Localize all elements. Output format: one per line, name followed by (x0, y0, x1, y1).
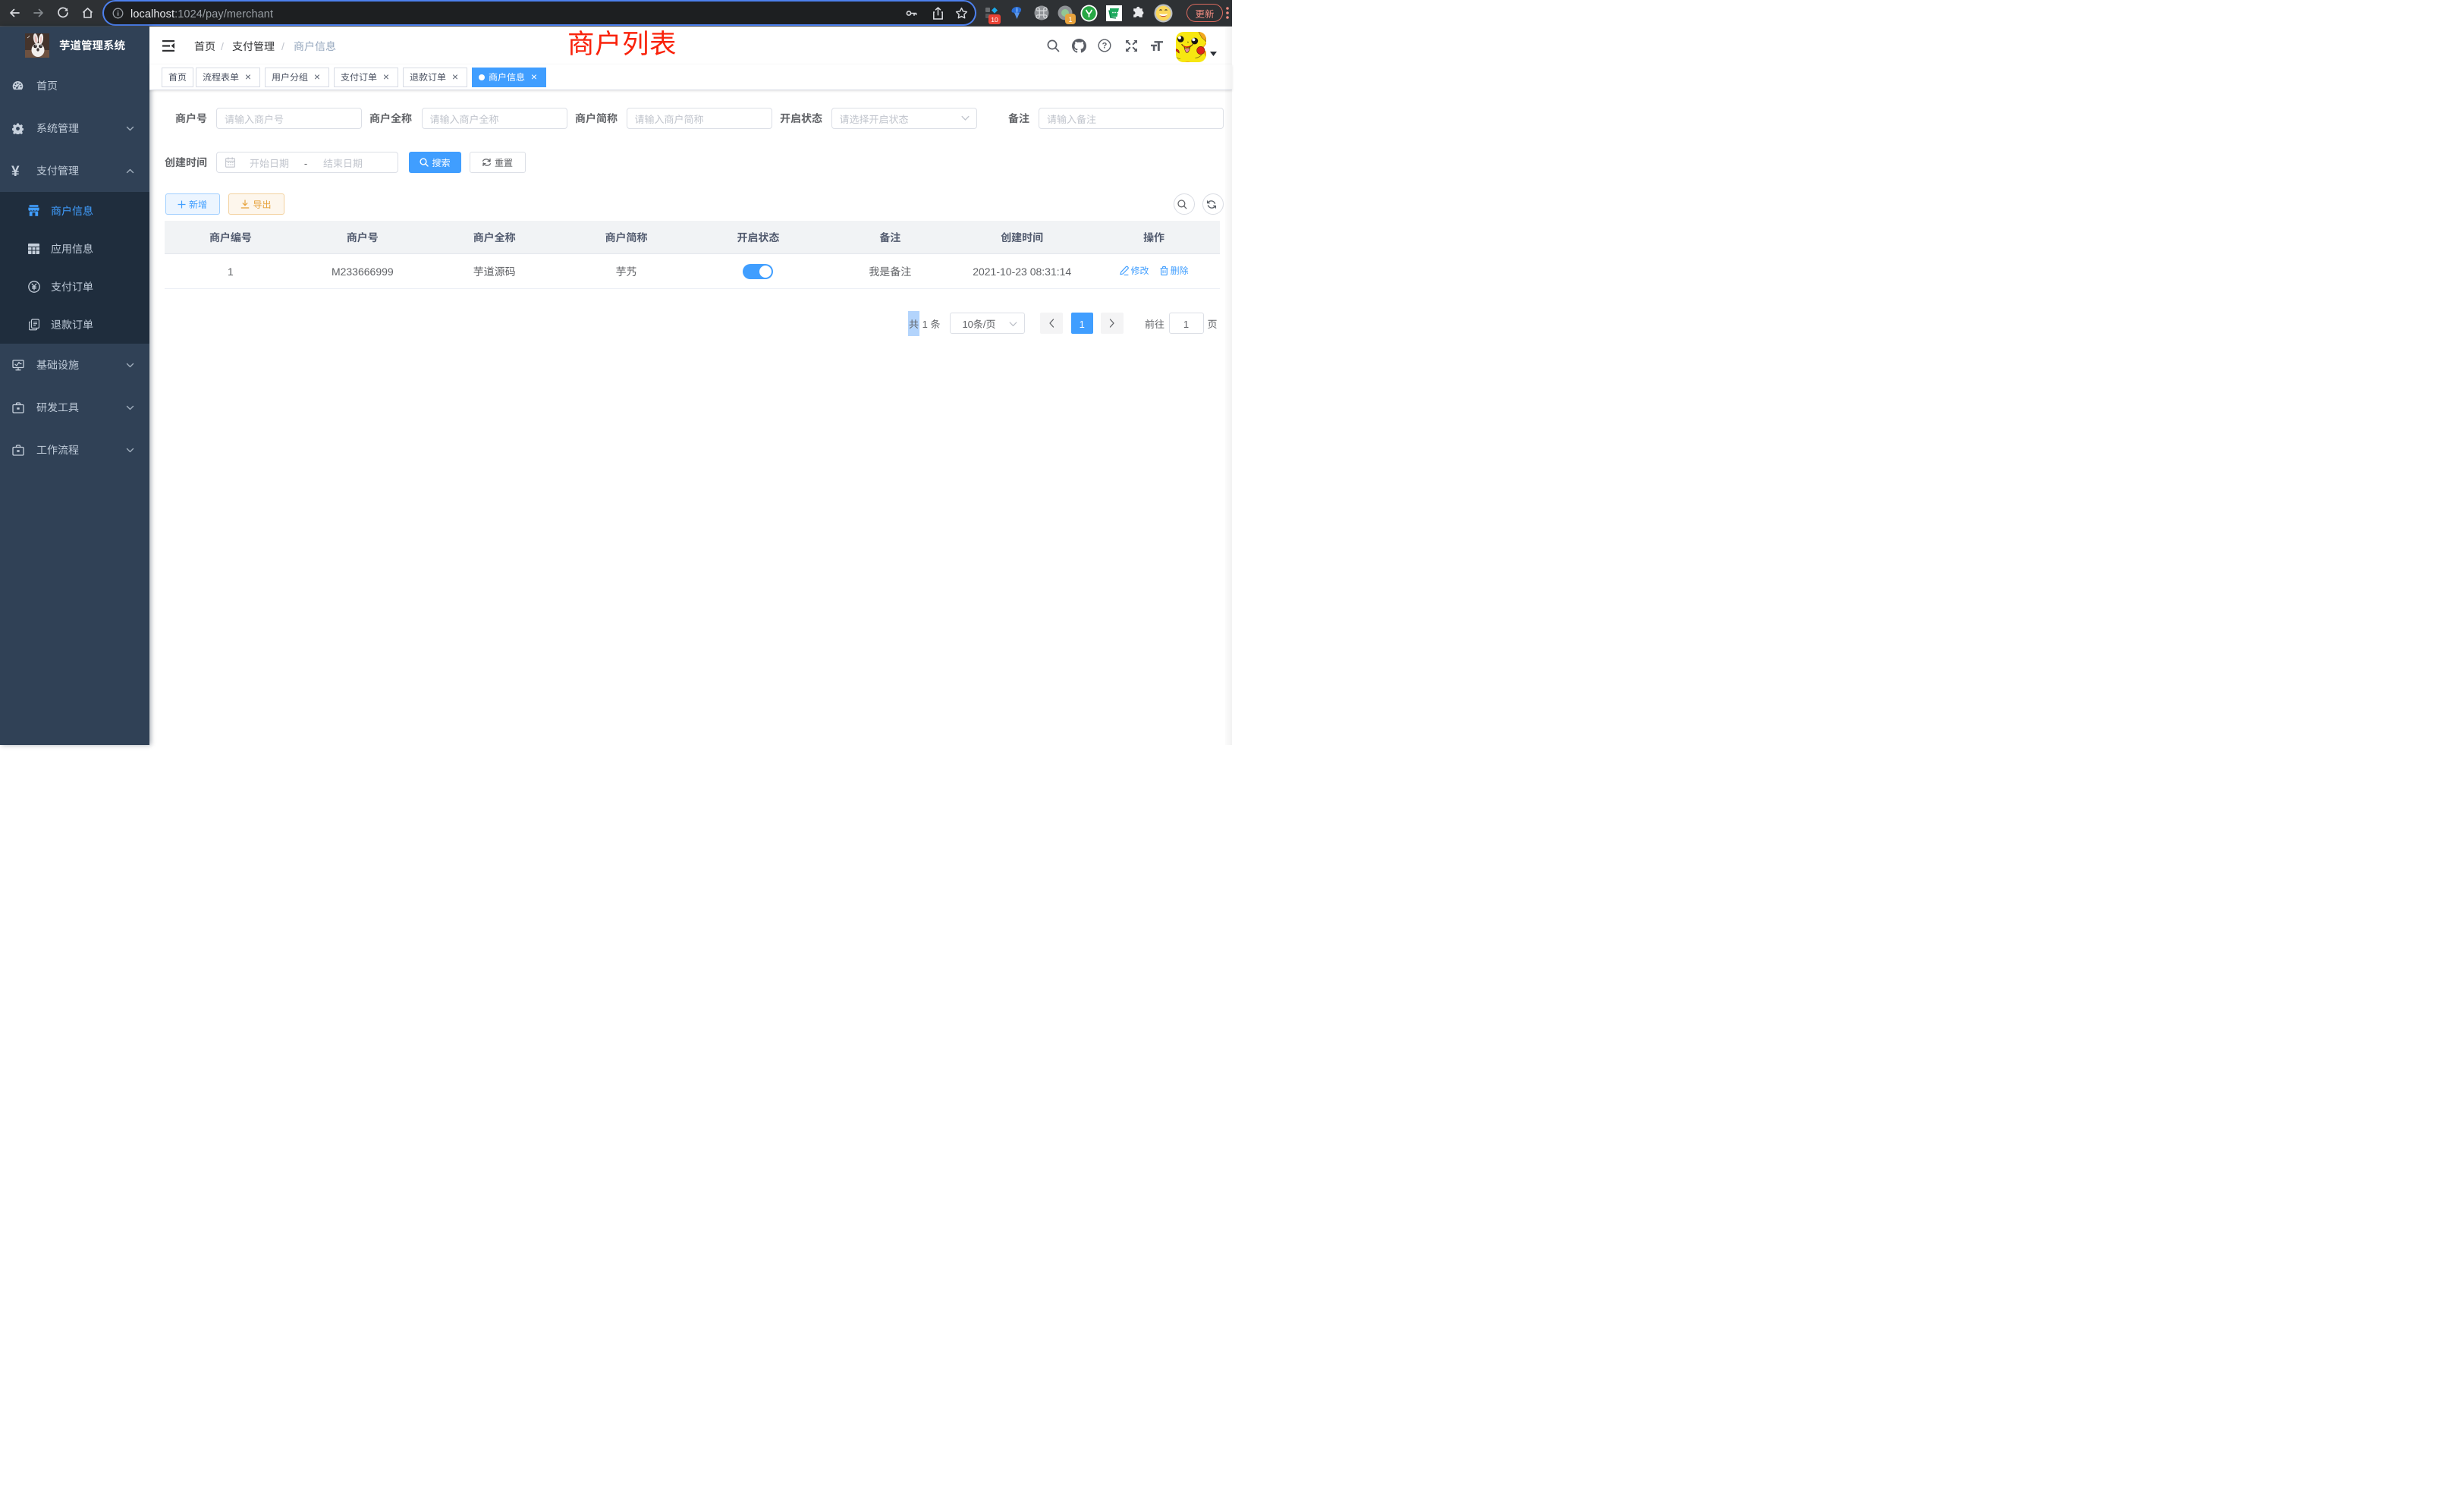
svg-text:?: ? (1102, 42, 1108, 51)
